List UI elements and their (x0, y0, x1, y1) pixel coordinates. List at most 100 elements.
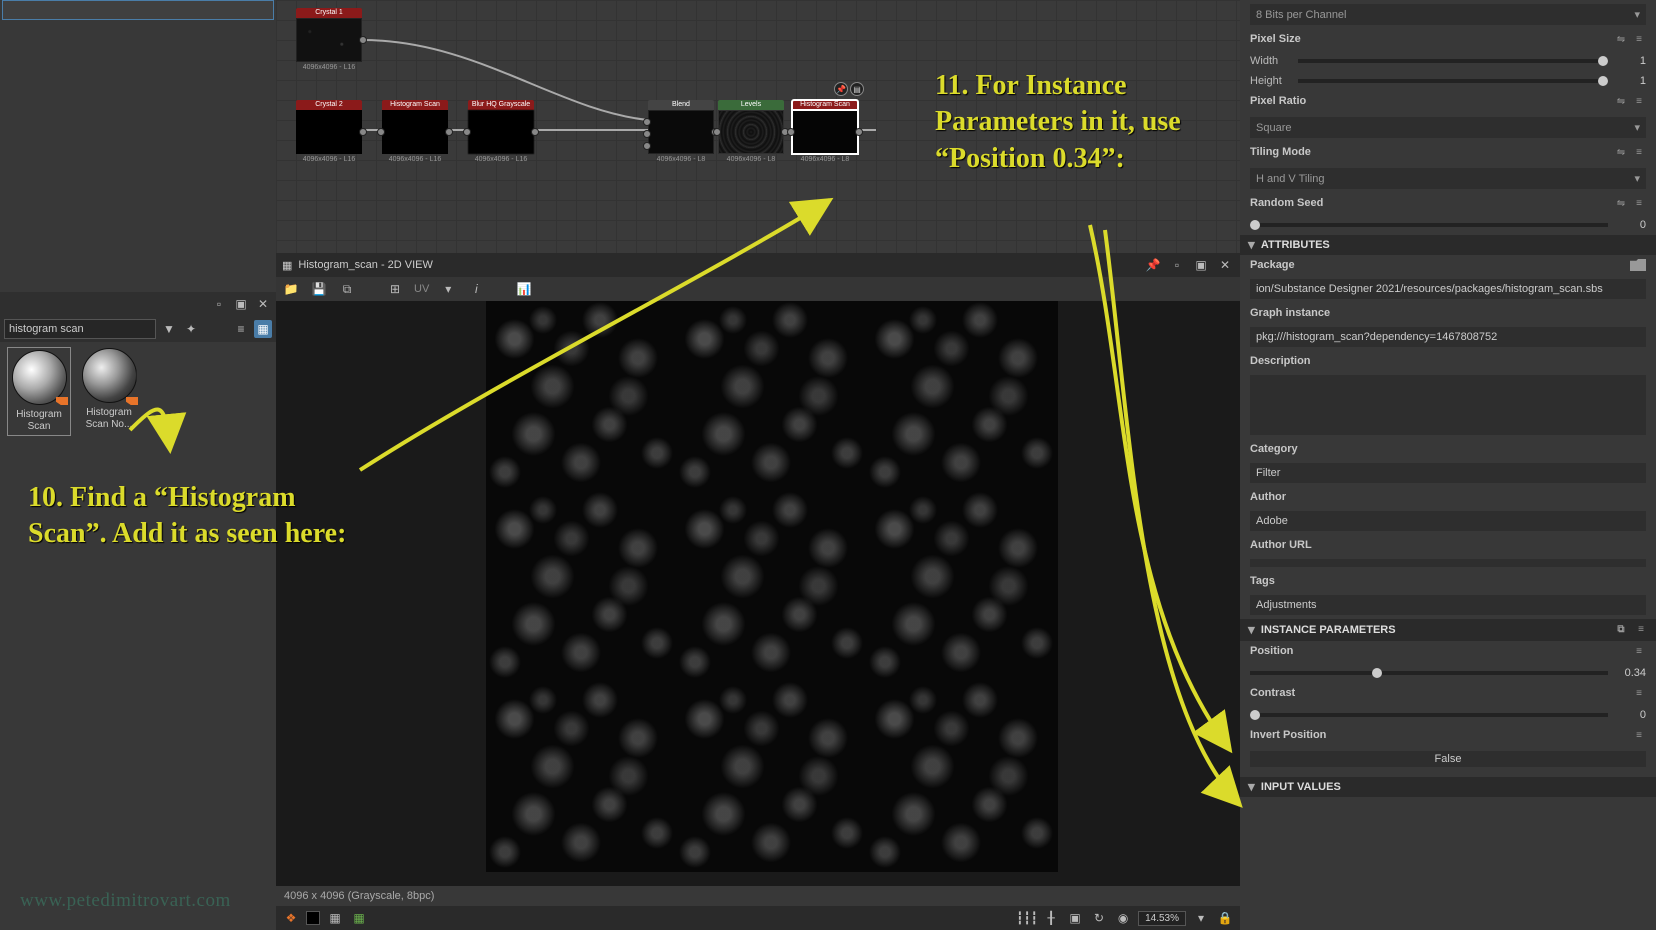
color-swatch[interactable] (306, 911, 320, 925)
menu-icon[interactable]: ≡ (1634, 623, 1648, 637)
description-textarea[interactable] (1250, 375, 1646, 435)
info-icon[interactable]: i (467, 280, 485, 298)
menu-icon[interactable]: ≡ (1632, 33, 1646, 47)
dropdown-icon[interactable]: ▾ (1192, 909, 1210, 927)
author-field[interactable]: Adobe (1250, 511, 1646, 531)
grid-icon[interactable]: ▦ (326, 909, 344, 927)
zoom-input[interactable]: 14.53% (1138, 911, 1186, 926)
substance-badge-icon (126, 397, 138, 405)
node-crystal-1[interactable]: Crystal 1 4096x4096 - L16 (296, 8, 362, 71)
copy-icon[interactable]: ⧉ (1614, 623, 1628, 637)
center-icon[interactable]: ▣ (1066, 909, 1084, 927)
refresh-icon[interactable]: ↻ (1090, 909, 1108, 927)
menu-icon[interactable]: ≡ (1632, 197, 1646, 211)
contrast-value[interactable]: 0 (1616, 709, 1646, 721)
node-levels[interactable]: Levels 4096x4096 - L8 (718, 100, 784, 163)
node-input-port[interactable] (643, 118, 651, 126)
collapse-icon[interactable]: ▫ (210, 295, 228, 313)
list-view-icon[interactable]: ≡ (232, 320, 250, 338)
layers-icon[interactable]: ❖ (282, 909, 300, 927)
tags-label: Tags (1250, 575, 1275, 587)
menu-icon[interactable]: ≡ (1632, 146, 1646, 160)
favorite-icon[interactable]: ✦ (182, 320, 200, 338)
node-input-port[interactable] (643, 130, 651, 138)
node-output-port[interactable] (359, 128, 367, 136)
position-value[interactable]: 0.34 (1616, 667, 1646, 679)
tree-selected-item[interactable] (2, 0, 274, 20)
author-url-field[interactable] (1250, 559, 1646, 567)
position-slider[interactable] (1250, 671, 1608, 675)
menu-icon[interactable]: ≡ (1632, 729, 1646, 743)
expand-icon[interactable]: ▣ (232, 295, 250, 313)
node-input-port[interactable] (463, 128, 471, 136)
width-slider[interactable] (1298, 59, 1608, 63)
instance-params-section-header[interactable]: ▶ INSTANCE PARAMETERS ⧉ ≡ (1240, 619, 1656, 641)
width-value[interactable]: 1 (1616, 55, 1646, 67)
link-icon[interactable]: ⇋ (1614, 146, 1628, 160)
save-icon[interactable]: 💾 (310, 280, 328, 298)
channels-icon[interactable]: ▦ (350, 909, 368, 927)
viewport-2d[interactable] (276, 301, 1240, 886)
height-slider[interactable] (1298, 79, 1608, 83)
folder-icon[interactable] (1630, 259, 1646, 271)
node-blend[interactable]: Blend 4096x4096 - L8 (648, 100, 714, 163)
ruler-icon[interactable]: ╂ (1042, 909, 1060, 927)
invert-position-toggle[interactable]: False (1250, 751, 1646, 767)
lock-icon[interactable]: 🔒 (1216, 909, 1234, 927)
minimize-icon[interactable]: ▫ (1168, 256, 1186, 274)
graph-instance-field[interactable]: pkg:///histogram_scan?dependency=1467808… (1250, 327, 1646, 347)
apps-icon[interactable]: ┇┇┇ (1018, 909, 1036, 927)
height-value[interactable]: 1 (1616, 75, 1646, 87)
node-output-port[interactable] (445, 128, 453, 136)
view-header: ▦ Histogram_scan - 2D VIEW 📌 ▫ ▣ ✕ (276, 253, 1240, 277)
uv-toggle-icon[interactable]: ⊞ (386, 280, 404, 298)
link-icon[interactable]: ⇋ (1614, 95, 1628, 109)
target-icon[interactable]: ◉ (1114, 909, 1132, 927)
filter-icon[interactable]: ▼ (160, 320, 178, 338)
node-histogram-scan-2[interactable]: 📌 ▤ Histogram Scan 4096x4096 - L8 (792, 100, 858, 163)
node-doc-icon[interactable]: ▤ (850, 82, 864, 96)
node-output-port[interactable] (359, 36, 367, 44)
menu-icon[interactable]: ≡ (1632, 645, 1646, 659)
random-seed-slider[interactable] (1250, 223, 1608, 227)
input-values-section-header[interactable]: ▶ INPUT VALUES (1240, 777, 1656, 797)
node-blur-hq[interactable]: Blur HQ Grayscale 4096x4096 - L16 (468, 100, 534, 163)
node-input-port[interactable] (643, 142, 651, 150)
category-field[interactable]: Filter (1250, 463, 1646, 483)
link-icon[interactable]: ⇋ (1614, 33, 1628, 47)
close-icon[interactable]: ✕ (1216, 256, 1234, 274)
node-thumbnail (648, 110, 714, 154)
bits-dropdown[interactable]: 8 Bits per Channel▾ (1250, 4, 1646, 25)
menu-icon[interactable]: ≡ (1632, 95, 1646, 109)
node-output-port[interactable] (531, 128, 539, 136)
thumb-histogram-scan-no[interactable]: Histogram Scan No... (78, 348, 140, 435)
package-field[interactable]: ion/Substance Designer 2021/resources/pa… (1250, 279, 1646, 299)
node-output-port[interactable] (855, 128, 863, 136)
open-icon[interactable]: 📁 (282, 280, 300, 298)
link-icon[interactable]: ⇋ (1614, 197, 1628, 211)
copy-icon[interactable]: ⧉ (338, 280, 356, 298)
search-input[interactable] (4, 319, 156, 339)
tiling-mode-dropdown[interactable]: H and V Tiling▾ (1250, 168, 1646, 189)
contrast-slider[interactable] (1250, 713, 1608, 717)
pin-icon[interactable]: 📌 (1144, 256, 1162, 274)
pixel-ratio-dropdown[interactable]: Square▾ (1250, 117, 1646, 138)
node-input-port[interactable] (713, 128, 721, 136)
thumb-histogram-scan[interactable]: Histogram Scan (8, 348, 70, 435)
grid-view-icon[interactable]: ▦ (254, 320, 272, 338)
random-seed-value[interactable]: 0 (1616, 219, 1646, 231)
node-histogram-scan-1[interactable]: Histogram Scan 4096x4096 - L16 (382, 100, 448, 163)
node-crystal-2[interactable]: Crystal 2 4096x4096 - L16 (296, 100, 362, 163)
histogram-icon[interactable]: 📊 (515, 280, 533, 298)
node-input-port[interactable] (787, 128, 795, 136)
node-input-port[interactable] (377, 128, 385, 136)
invert-position-label: Invert Position (1250, 729, 1326, 743)
node-pin-icon[interactable]: 📌 (834, 82, 848, 96)
chevron-down-icon[interactable]: ▾ (439, 280, 457, 298)
resolution-info: 4096 x 4096 (Grayscale, 8bpc) (284, 890, 434, 902)
attributes-section-header[interactable]: ▶ ATTRIBUTES (1240, 235, 1656, 255)
tags-field[interactable]: Adjustments (1250, 595, 1646, 615)
close-panel-icon[interactable]: ✕ (254, 295, 272, 313)
menu-icon[interactable]: ≡ (1632, 687, 1646, 701)
maximize-icon[interactable]: ▣ (1192, 256, 1210, 274)
